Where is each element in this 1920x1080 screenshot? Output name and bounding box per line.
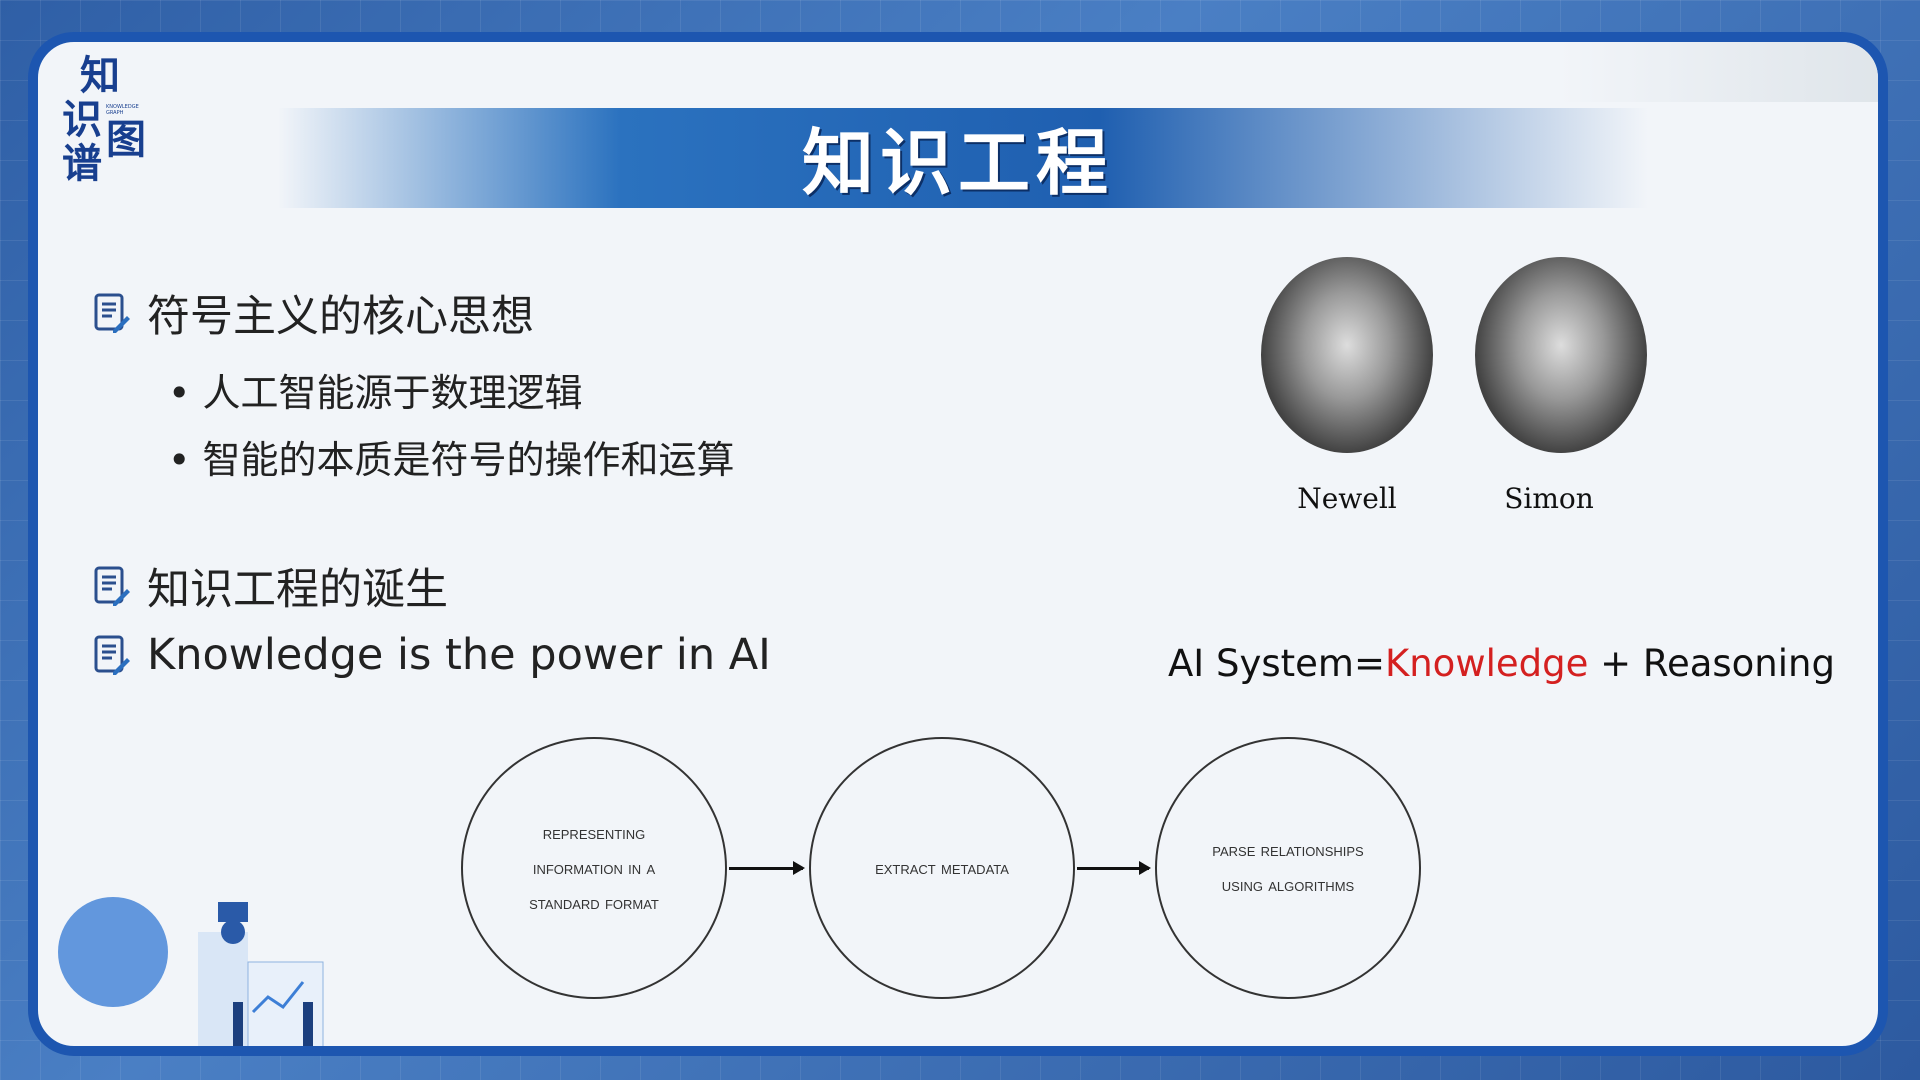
flow-step-text: Representing information in a standard f… (529, 822, 659, 914)
equation-prefix: AI System= (1168, 642, 1385, 685)
document-edit-icon (94, 635, 130, 675)
flow-step-text: Extract metadata (875, 857, 1009, 879)
blurred-corner (1558, 42, 1878, 102)
bullet-text: 智能的本质是符号的操作和运算 (202, 438, 735, 482)
flow-step: Parse relationships using algorithms (1155, 737, 1421, 999)
section-heading: 符号主义的核心思想 (93, 282, 534, 344)
document-edit-icon (94, 566, 130, 606)
document-edit-icon (94, 293, 130, 333)
arrow-icon (1077, 861, 1151, 875)
simon-photo (1475, 257, 1647, 453)
section-heading: Knowledge is the power in AI (93, 630, 771, 680)
equation: AI System=Knowledge + Reasoning (1168, 642, 1835, 685)
slide: 知 识 图 谱 KNOWLEDGE GRAPH 知识工程 符号主义的核心思想 •… (28, 32, 1888, 1056)
heading-text: Knowledge is the power in AI (147, 630, 771, 680)
person-name: Simon (1504, 482, 1594, 515)
bullet-text: 人工智能源于数理逻辑 (202, 371, 583, 415)
flow-step: Representing information in a standard f… (461, 737, 727, 999)
newell-photo (1261, 257, 1433, 453)
equation-suffix: + Reasoning (1588, 642, 1835, 685)
arrow-icon (729, 861, 805, 875)
ai-illustration (58, 897, 324, 1046)
bullet: • 智能的本质是符号的操作和运算 (168, 438, 735, 482)
bullet: • 人工智能源于数理逻辑 (168, 371, 583, 415)
heading-text: 知识工程的诞生 (147, 565, 448, 615)
person-name: Newell (1297, 482, 1397, 515)
heading-text: 符号主义的核心思想 (147, 292, 534, 342)
logo-char: 知 (80, 53, 120, 99)
flow-step-text: Parse relationships using algorithms (1212, 840, 1364, 896)
section-heading: 知识工程的诞生 (93, 555, 448, 617)
flow-step: Extract metadata (809, 737, 1075, 999)
slide-title: 知识工程 (801, 121, 1114, 205)
equation-highlight: Knowledge (1384, 642, 1589, 685)
